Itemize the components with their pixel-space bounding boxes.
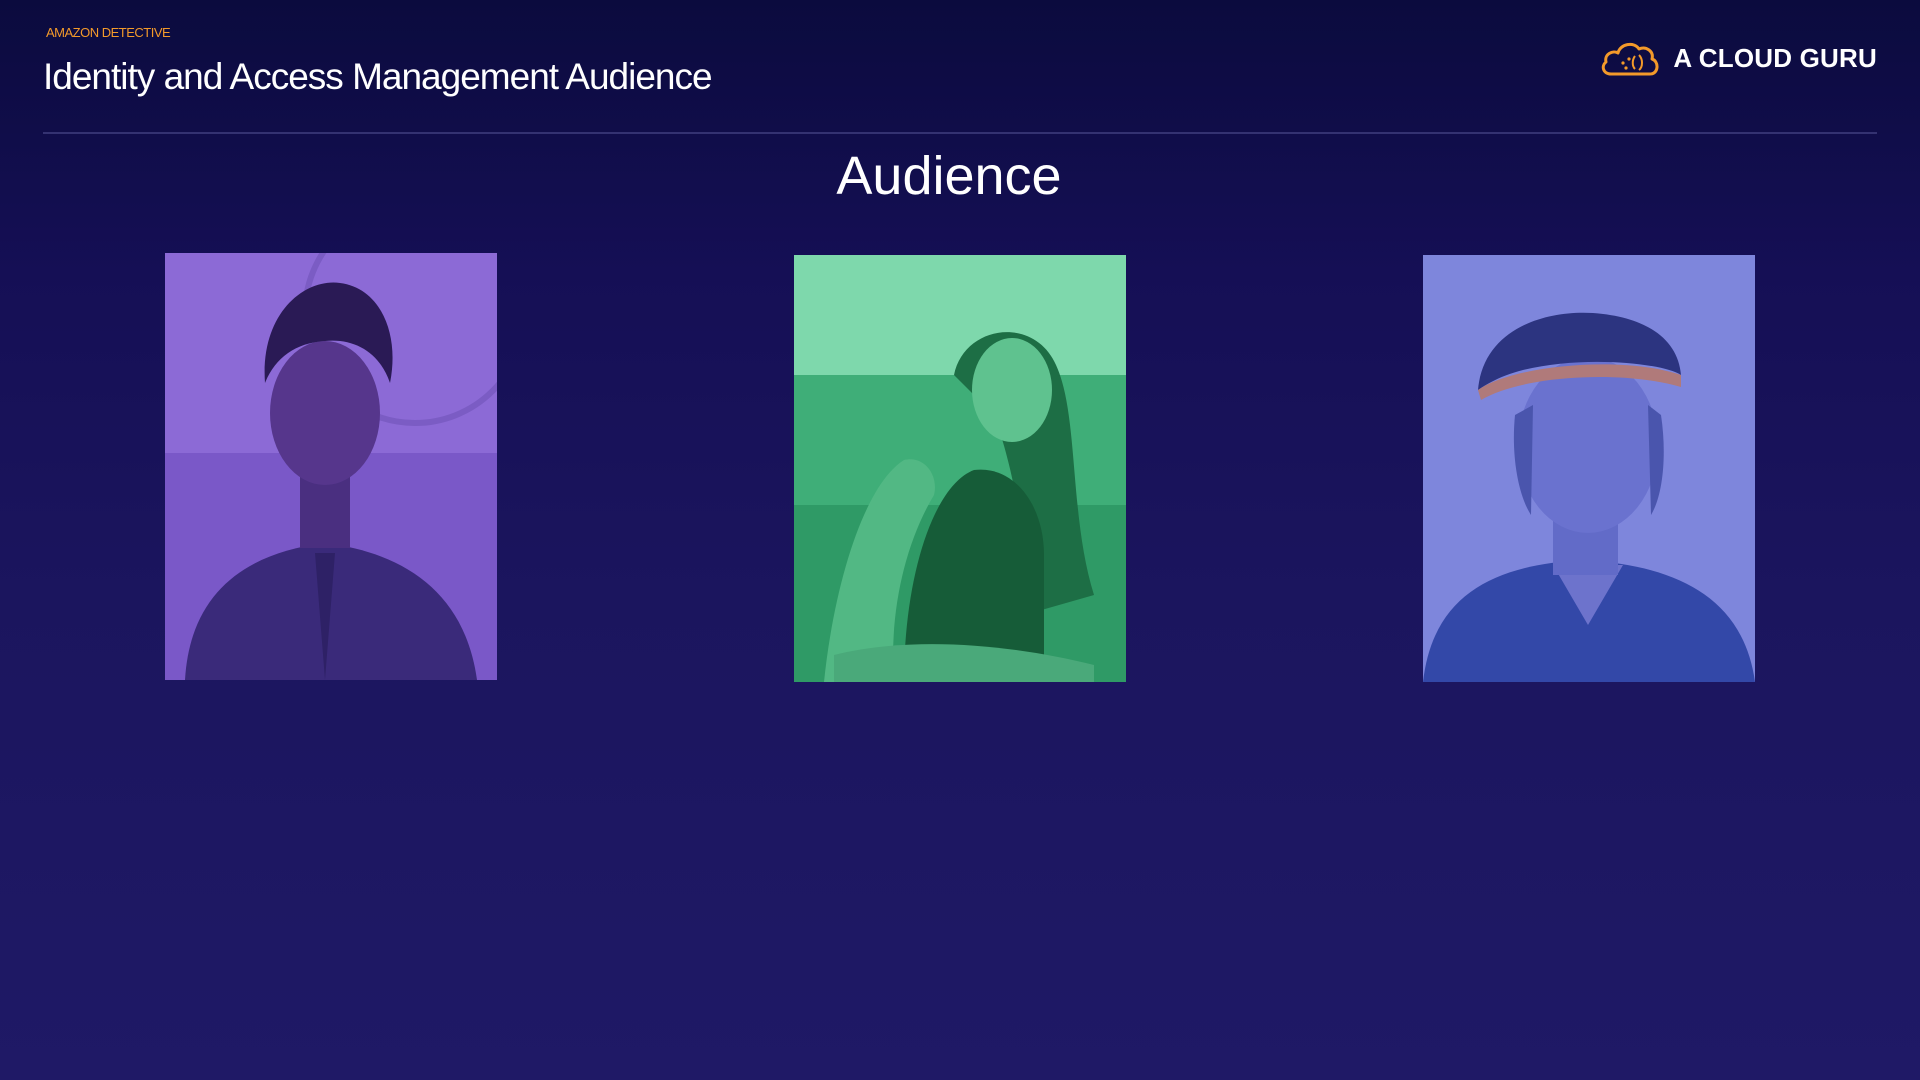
- section-heading: Audience: [836, 146, 1062, 206]
- cloud-logo-icon: [1602, 42, 1659, 76]
- header-divider: [43, 132, 1877, 134]
- slide-title: Identity and Access Management Audience: [43, 56, 713, 97]
- brand-name: A CLOUD GURU: [1673, 42, 1877, 73]
- section-eyebrow: AMAZON DETECTIVE: [46, 25, 171, 40]
- brand-logo: A CLOUD GURU: [1599, 38, 1877, 78]
- person-photo-icon: [1423, 255, 1755, 682]
- person-photo-icon: [794, 255, 1126, 682]
- audience-photo-2: [794, 255, 1126, 682]
- person-photo-icon: [165, 253, 497, 680]
- audience-photo-1: [165, 253, 497, 680]
- audience-photo-3: [1423, 255, 1755, 682]
